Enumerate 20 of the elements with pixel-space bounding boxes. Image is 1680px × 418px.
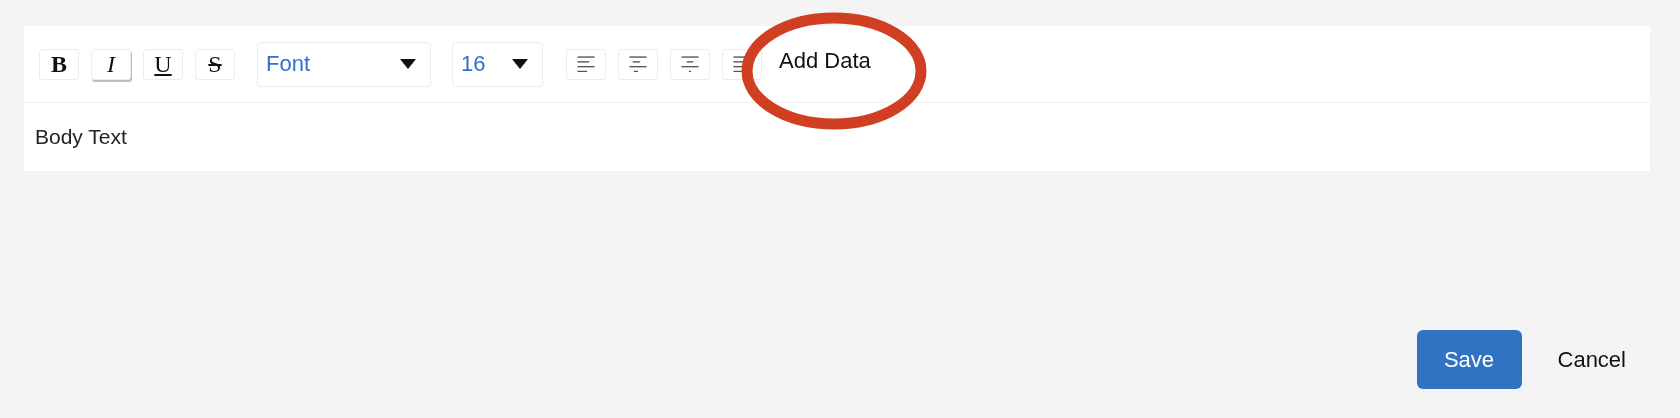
- align-center-icon: [629, 56, 647, 72]
- cancel-button[interactable]: Cancel: [1557, 346, 1626, 373]
- font-dropdown[interactable]: Font: [257, 41, 431, 87]
- italic-button[interactable]: I: [91, 48, 131, 80]
- size-dropdown[interactable]: 16: [452, 41, 543, 87]
- align-left-icon: [577, 56, 595, 72]
- dropdown-value: Font: [266, 51, 311, 77]
- caret-icon: [512, 59, 528, 69]
- body-text: Body Text: [34, 124, 128, 150]
- align-right-button[interactable]: [670, 48, 710, 80]
- bold-button[interactable]: B: [39, 48, 79, 80]
- dropdown-value: 16: [461, 51, 486, 77]
- align-left-button[interactable]: [566, 48, 606, 80]
- save-button[interactable]: Save: [1416, 330, 1522, 389]
- align-center-button[interactable]: [618, 48, 658, 80]
- caret-icon: [400, 59, 416, 69]
- underline-button[interactable]: U: [143, 48, 183, 80]
- strikethrough-button[interactable]: S: [195, 48, 235, 80]
- add-data-button[interactable]: Add Data: [779, 48, 871, 74]
- align-right-icon: [681, 56, 699, 72]
